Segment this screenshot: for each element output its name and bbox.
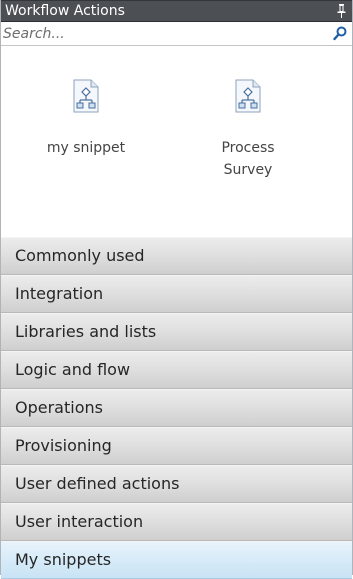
workflow-snippet-icon [72,79,100,113]
snippet-area: my snippet Process Survey [1,46,352,236]
category-commonly-used[interactable]: Commonly used [1,237,352,275]
category-my-snippets[interactable]: My snippets [1,541,352,579]
workflow-actions-panel: Workflow Actions Search... my snippet Pr… [0,0,353,579]
category-operations[interactable]: Operations [1,389,352,427]
search-input[interactable] [3,23,323,44]
snippet-label: my snippet [46,140,126,156]
category-provisioning[interactable]: Provisioning [1,427,352,465]
pin-icon[interactable] [337,4,346,18]
snippet-label: Process Survey [221,140,275,178]
category-integration[interactable]: Integration [1,275,352,313]
panel-title: Workflow Actions [5,3,125,19]
category-user-defined-actions[interactable]: User defined actions [1,465,352,503]
category-libraries-and-lists[interactable]: Libraries and lists [1,313,352,351]
category-list: Commonly used Integration Libraries and … [1,237,352,579]
search-bar [1,22,352,46]
category-logic-and-flow[interactable]: Logic and flow [1,351,352,389]
search-icon[interactable] [333,26,347,41]
workflow-snippet-icon [234,79,262,113]
panel-header: Workflow Actions [1,0,352,22]
category-user-interaction[interactable]: User interaction [1,503,352,541]
snippet-process-survey[interactable]: Process Survey [193,79,303,181]
snippet-my-snippet[interactable]: my snippet [31,79,141,159]
